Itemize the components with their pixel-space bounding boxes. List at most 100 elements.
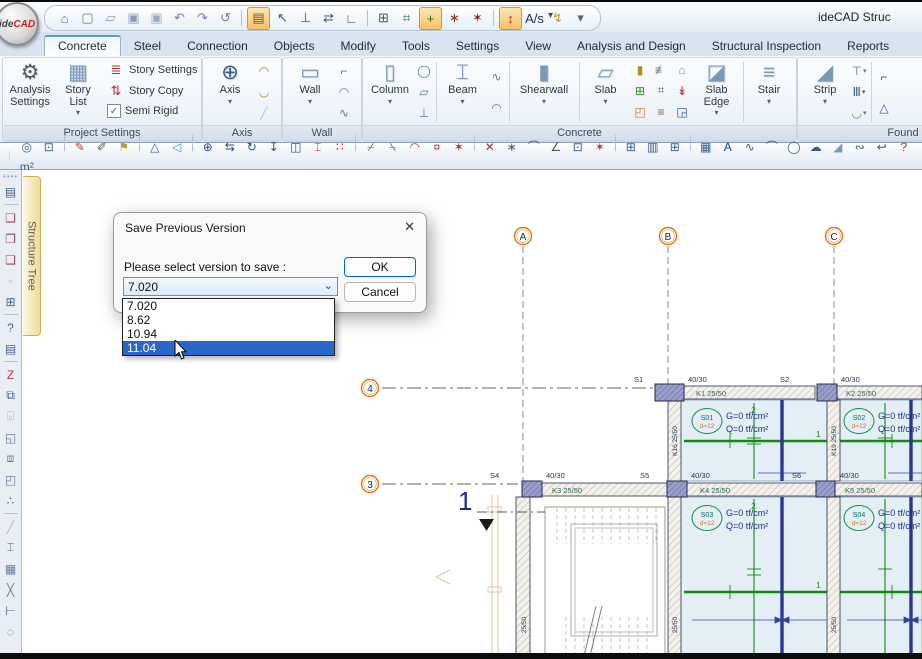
mirror-copy-icon[interactable]: ⧈ (1, 449, 20, 468)
column-button[interactable]: ▯ Column ▾ (366, 60, 414, 124)
slab-button[interactable]: ▱ Slab ▾ (582, 60, 630, 124)
tab-modify[interactable]: Modify (327, 36, 388, 56)
select-arrow-icon[interactable]: ↖ (272, 8, 293, 29)
stretch-icon[interactable]: ⌶ (308, 137, 328, 157)
note-icon[interactable]: ⚑ (114, 137, 134, 157)
trim-icon[interactable]: ⌿ (361, 137, 381, 157)
arc-icon[interactable]: ⌒ (762, 136, 782, 156)
copy-properties-icon[interactable]: ❐ (1, 229, 20, 248)
report-list-icon[interactable]: ▤ (1, 182, 20, 201)
copy-objects-icon[interactable]: ❏ (1, 208, 20, 227)
drop-panel-icon[interactable]: ▮ (631, 60, 650, 79)
circular-column-icon[interactable]: ◯ (415, 62, 433, 80)
pile-icon[interactable]: Ⅲ▾ (850, 83, 868, 101)
section-view-icon[interactable]: ⌶ (1, 538, 20, 557)
offset-icon[interactable]: ⇆ (220, 137, 240, 157)
close-icon[interactable]: ✕ (404, 219, 415, 235)
copy-icon[interactable]: ⧉ (1, 386, 20, 405)
polygon-column-icon[interactable]: ▱ (415, 83, 433, 101)
layers-toggle-icon[interactable]: ▤ (247, 7, 270, 30)
story-list-button[interactable]: ▦ Story List ▾ (54, 60, 102, 124)
save-all-icon[interactable]: ▣ (146, 8, 167, 29)
corner-foundation-icon[interactable]: ⌐ (875, 68, 893, 86)
tab-objects[interactable]: Objects (261, 36, 328, 56)
redo-icon[interactable]: ↷ (192, 8, 213, 29)
story-settings-button[interactable]: ≣ Story Settings (104, 60, 200, 80)
tab-structural-inspection[interactable]: Structural Inspection (699, 36, 834, 56)
tab-settings[interactable]: Settings (443, 36, 512, 56)
new-file-icon[interactable]: ▢ (77, 8, 98, 29)
circular-array-icon[interactable]: ∴ (1, 491, 20, 510)
tab-reports[interactable]: Reports (834, 36, 902, 56)
circle-icon[interactable]: ◯ (784, 137, 804, 157)
single-footing-icon[interactable]: ⊤▾ (850, 62, 868, 80)
stair-3d-icon[interactable]: ▦ (1, 559, 20, 578)
slab-hatch-icon[interactable]: ⌗ (652, 81, 671, 100)
column-capital-icon[interactable]: ⊥ (415, 104, 433, 122)
undo-icon[interactable]: ↶ (169, 8, 190, 29)
slab-load-icon[interactable]: ↡ (673, 81, 692, 100)
tab-concrete[interactable]: Concrete (44, 35, 121, 56)
mirror-icon[interactable]: ◫ (286, 137, 306, 157)
paste-icon[interactable]: ⌻ (1, 407, 20, 426)
spline-icon[interactable]: ∾ (850, 137, 870, 157)
zoom-window-icon[interactable]: ◎ (17, 137, 37, 157)
fillet-icon[interactable]: ⌒ (524, 136, 544, 156)
beam-button[interactable]: ⌶ Beam ▾ (439, 60, 487, 124)
array-icon[interactable]: ∷ (330, 137, 350, 157)
move-story-icon[interactable]: ❑ (1, 250, 20, 269)
toolbar-grip[interactable]: ⁞ (8, 151, 12, 162)
slab-edge-button[interactable]: ◪ Slab Edge ▾ (693, 60, 741, 124)
axis-select-icon[interactable]: ⊞ (1, 292, 20, 311)
rotate-icon[interactable]: ↻ (242, 137, 262, 157)
tab-analysis-and-design[interactable]: Analysis and Design (564, 36, 699, 56)
break-icon[interactable]: ✕ (480, 137, 500, 157)
story-copy-button[interactable]: ⇅ Story Copy (104, 81, 200, 101)
bell-footing-icon[interactable]: △ (875, 99, 893, 117)
arc-beam-icon[interactable]: ◠ (488, 99, 506, 117)
snap-end-icon[interactable]: ✶ (467, 8, 488, 29)
slab-axes-icon[interactable]: ⊞ (631, 81, 650, 100)
zoom-region-icon[interactable]: ⊡ (39, 137, 59, 157)
story-copy-icon[interactable]: Z (1, 365, 20, 384)
measure-icon[interactable]: ✎ (70, 137, 90, 157)
arc-wall-icon[interactable]: ◠ (335, 83, 353, 101)
ucs-icon[interactable]: ↩ (872, 137, 892, 157)
dome-icon[interactable]: ◠ (405, 137, 425, 157)
shearwall-button[interactable]: ▮ Shearwall ▾ (511, 60, 577, 124)
tab-view[interactable]: View (512, 36, 564, 56)
strip-button[interactable]: ◢ Strip ▾ (801, 60, 849, 124)
query-dim-icon[interactable]: ? (894, 137, 914, 157)
open-file-icon[interactable]: ▱ (100, 8, 121, 29)
detail-icon[interactable]: ◌ (1, 622, 20, 641)
chamfer-icon[interactable]: ∠ (546, 137, 566, 157)
tab-steel[interactable]: Steel (121, 36, 174, 56)
arc-axis-icon[interactable]: ◡ (255, 83, 273, 101)
sketch-icon[interactable]: ╱ (1, 517, 20, 536)
intersect-icon[interactable]: ∗ (502, 137, 522, 157)
ok-button[interactable]: OK (344, 257, 416, 277)
parallel-icon[interactable]: ⇄ (318, 8, 339, 29)
version-option-8.62[interactable]: 8.62 (123, 313, 334, 327)
orientation-icon[interactable]: ◁ (167, 137, 187, 157)
cloud-icon[interactable]: ☁ (806, 137, 826, 157)
extend-icon[interactable]: ⍀ (383, 137, 403, 157)
version-option-7.020[interactable]: 7.020 (123, 299, 334, 313)
slab-layers-icon[interactable]: ≡ (652, 103, 671, 122)
home-icon[interactable]: ⌂ (54, 8, 75, 29)
semi-rigid-checkbox[interactable]: ✓ Semi Rigid (104, 102, 200, 120)
rotate-copy-icon[interactable]: ◱ (1, 428, 20, 447)
snap-near-icon[interactable]: ∗ (444, 8, 465, 29)
axis-button[interactable]: ⊕ Axis ▾ (206, 60, 254, 124)
stair-button[interactable]: ≡ Stair ▾ (745, 60, 793, 124)
document-icon[interactable]: ▤ (1, 339, 20, 358)
tab-connection[interactable]: Connection (174, 36, 261, 56)
grid-icon[interactable]: ⊞ (665, 137, 685, 157)
paste-special-icon[interactable]: ▫ (1, 271, 20, 290)
version-option-10.94[interactable]: 10.94 (123, 327, 334, 341)
image-icon[interactable]: ▦ (696, 137, 716, 157)
dimension-toggle-icon[interactable]: ↕ (499, 7, 522, 30)
move-icon[interactable]: ⊕ (198, 137, 218, 157)
polyline-icon[interactable]: ∿ (740, 137, 760, 157)
polyline-wall-icon[interactable]: ∿ (335, 104, 353, 122)
